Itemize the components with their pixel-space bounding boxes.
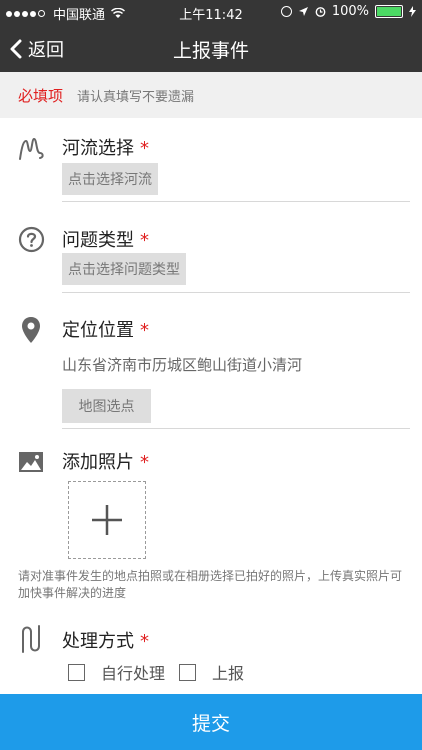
location-pin-icon bbox=[22, 317, 40, 343]
divider bbox=[62, 201, 410, 202]
divider bbox=[62, 292, 410, 293]
river-label: 河流选择 * bbox=[62, 138, 149, 159]
required-star: * bbox=[140, 631, 149, 652]
plus-icon bbox=[92, 505, 122, 535]
report-option[interactable]: 上报 bbox=[179, 660, 244, 684]
report-checkbox[interactable] bbox=[179, 663, 197, 681]
required-star: * bbox=[140, 320, 149, 341]
required-label: 必填项 bbox=[18, 86, 64, 105]
battery-icon bbox=[375, 5, 403, 18]
charging-icon bbox=[409, 6, 416, 17]
self-handle-checkbox[interactable] bbox=[68, 663, 85, 681]
submit-button[interactable]: 提交 bbox=[0, 694, 422, 750]
select-issue-type-button[interactable]: 点击选择问题类型 bbox=[62, 253, 186, 285]
nav-bar: 返回 上报事件 bbox=[0, 24, 422, 72]
required-star: * bbox=[140, 230, 149, 251]
divider bbox=[62, 428, 410, 429]
self-handle-label: 自行处理 bbox=[101, 664, 166, 683]
notice-hint: 请认真填写不要遗漏 bbox=[77, 89, 195, 105]
select-river-button[interactable]: 点击选择河流 bbox=[62, 163, 158, 195]
required-star: * bbox=[140, 452, 149, 473]
alarm-icon bbox=[315, 7, 326, 17]
issue-type-label: 问题类型 * bbox=[62, 230, 149, 251]
add-photo-button[interactable] bbox=[68, 481, 146, 559]
location-address: 山东省济南市历城区鲍山街道小清河 bbox=[62, 356, 303, 374]
rotation-lock-icon bbox=[280, 6, 292, 17]
add-photo-label: 添加照片 * bbox=[62, 452, 149, 473]
question-icon bbox=[18, 226, 45, 253]
self-handle-option[interactable]: 自行处理 bbox=[68, 660, 165, 684]
handling-options: 自行处理 上报 bbox=[68, 660, 244, 684]
handling-method-label: 处理方式 * bbox=[62, 631, 149, 652]
map-select-button[interactable]: 地图选点 bbox=[62, 389, 151, 423]
photo-note: 请对准事件发生的地点拍照或在相册选择已拍好的照片，上传真实照片可加快事件解决的进… bbox=[18, 569, 403, 600]
image-icon bbox=[19, 452, 43, 472]
page-title: 上报事件 bbox=[172, 40, 249, 62]
location-label: 定位位置 * bbox=[62, 320, 149, 341]
required-notice: 必填项 请认真填写不要遗漏 bbox=[0, 72, 422, 118]
battery-percent: 100% bbox=[331, 4, 369, 19]
report-label: 上报 bbox=[212, 664, 245, 683]
status-bar: 中国联通 上午11:42 100% bbox=[0, 0, 422, 24]
location-arrow-icon bbox=[298, 7, 308, 16]
river-icon bbox=[19, 137, 44, 160]
route-icon bbox=[22, 625, 40, 653]
required-star: * bbox=[140, 138, 149, 159]
